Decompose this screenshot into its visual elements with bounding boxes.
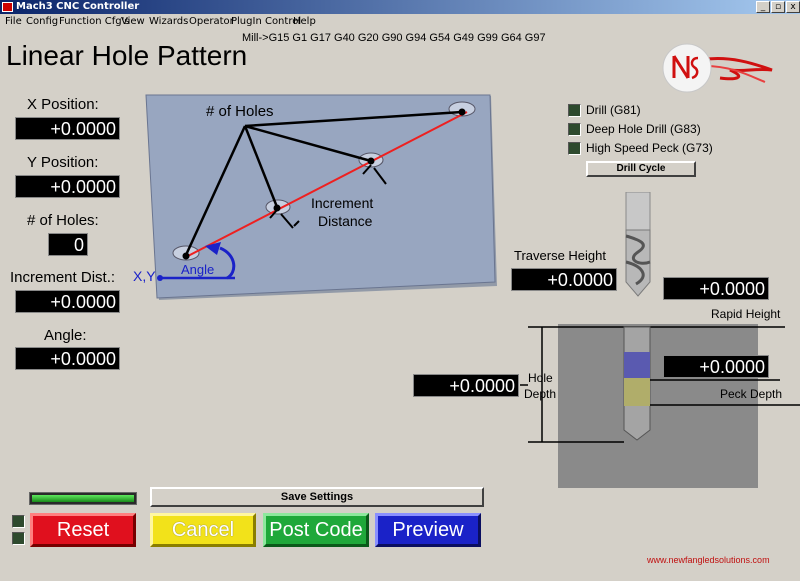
menu-view[interactable]: View [121, 16, 145, 27]
menu-operator[interactable]: Operator [189, 16, 234, 27]
increment-diagram-label-2: Distance [318, 213, 373, 229]
peck-g73-label: High Speed Peck (G73) [586, 141, 713, 155]
save-settings-button[interactable]: Save Settings [150, 487, 484, 507]
peck-depth-dro[interactable]: +0.0000 [663, 355, 769, 378]
angle-diagram-label: Angle [181, 262, 215, 277]
website-link[interactable]: www.newfangledsolutions.com [647, 555, 770, 565]
app-icon [2, 2, 13, 12]
status-led-bottom [12, 532, 25, 545]
increment-diagram-label-1: Increment [311, 195, 374, 211]
hole-depth-label-2: Depth [524, 387, 557, 401]
menu-plugin-control[interactable]: PlugIn Control [231, 16, 301, 27]
peck-g73-led[interactable] [568, 142, 581, 155]
deep-drill-g83-led[interactable] [568, 123, 581, 136]
num-holes-label: # of Holes: [27, 212, 99, 229]
gcode-status: Mill->G15 G1 G17 G40 G20 G90 G94 G54 G49… [242, 32, 546, 44]
menu-config[interactable]: Config [26, 16, 58, 27]
post-code-button[interactable]: Post Code [263, 513, 369, 547]
drill-g81-label: Drill (G81) [586, 103, 641, 117]
menu-function-cfgs[interactable]: Function Cfg's [59, 16, 130, 27]
angle-label: Angle: [44, 327, 87, 344]
angle-dro[interactable]: +0.0000 [15, 347, 120, 370]
num-holes-dro[interactable]: 0 [48, 233, 88, 256]
menu-file[interactable]: File [5, 16, 22, 27]
status-led-top [12, 515, 25, 528]
reset-button[interactable]: Reset [30, 513, 136, 547]
drill-cycle-button[interactable]: Drill Cycle [586, 161, 696, 177]
traverse-height-dro[interactable]: +0.0000 [511, 268, 617, 291]
cancel-button[interactable]: Cancel [150, 513, 256, 547]
menu-help[interactable]: Help [293, 16, 316, 27]
progress-indicator [29, 492, 137, 505]
x-position-label: X Position: [27, 96, 99, 113]
page-title: Linear Hole Pattern [6, 40, 248, 71]
minimize-button[interactable]: _ [756, 1, 770, 13]
restore-button[interactable]: ▫ [771, 1, 785, 13]
increment-dist-label: Increment Dist.: [10, 269, 116, 286]
traverse-height-label: Traverse Height [514, 248, 606, 263]
drill-g81-led[interactable] [568, 104, 581, 117]
hole-depth-diagram [520, 324, 800, 488]
peck-depth-label: Peck Depth [720, 387, 783, 401]
hole-depth-dro[interactable]: +0.0000 [413, 374, 519, 397]
hole-depth-label-1: Hole [528, 371, 553, 385]
x-position-dro[interactable]: +0.0000 [15, 117, 120, 140]
deep-drill-g83-label: Deep Hole Drill (G83) [586, 122, 701, 136]
close-button[interactable]: x [786, 1, 800, 13]
y-position-dro[interactable]: +0.0000 [15, 175, 120, 198]
holes-diagram-label: # of Holes [206, 103, 274, 120]
menu-bar: File Config Function Cfg's View Wizards … [0, 14, 800, 32]
y-position-label: Y Position: [27, 154, 99, 171]
title-bar: Mach3 CNC Controller _ ▫ x [0, 0, 800, 14]
rapid-height-dro[interactable]: +0.0000 [663, 277, 769, 300]
xy-diagram-label: X,Y [133, 268, 156, 284]
preview-button[interactable]: Preview [375, 513, 481, 547]
window-title: Mach3 CNC Controller [16, 1, 140, 12]
menu-wizards[interactable]: Wizards [149, 16, 188, 27]
nfs-logo-icon [662, 43, 773, 93]
increment-dist-dro[interactable]: +0.0000 [15, 290, 120, 313]
drill-bit-icon [625, 192, 651, 297]
